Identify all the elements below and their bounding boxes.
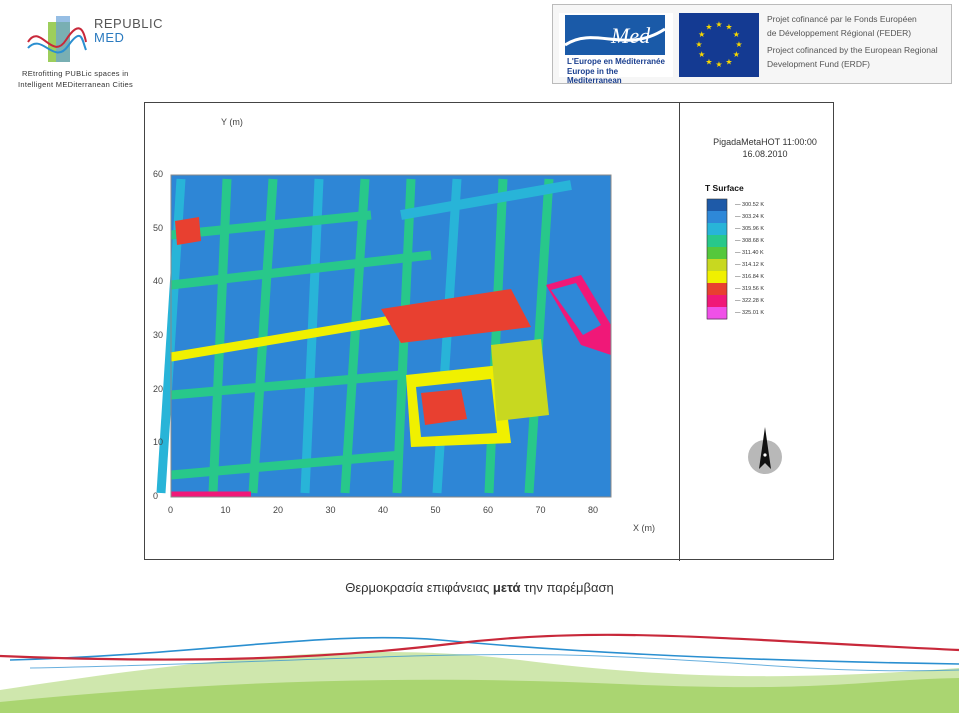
med-word: Med: [610, 23, 651, 48]
y-axis-label: Y (m): [221, 117, 243, 127]
legend-title-line-2: 16.08.2010: [742, 149, 788, 159]
banner-text-4: Development Fund (ERDF): [767, 59, 870, 69]
med-line-1: L'Europe en Méditerranée: [567, 57, 665, 66]
legend-swatch: [707, 283, 727, 296]
y-tick-label: 10: [153, 437, 164, 448]
surface-temperature-map: [156, 174, 728, 498]
med-logo-icon: Med: [565, 15, 665, 55]
banner-text-2: de Développement Régional (FEDER): [767, 28, 912, 38]
eu-funding-banner: Med L'Europe en Méditerranée Europe in t…: [552, 4, 952, 85]
legend-value: — 303.24 K: [735, 214, 765, 220]
banner-text-3: Project cofinanced by the European Regio…: [767, 45, 938, 55]
eu-star-icon: ★: [733, 50, 740, 59]
brand-line-1: REPUBLIC: [94, 16, 164, 31]
figure-divider: [679, 103, 680, 561]
eu-stars-icon: ★★★★★★★★★ ★ ★★: [695, 20, 742, 69]
y-tick-label: 40: [153, 276, 164, 287]
legend-title-line-1: PigadaMetaHOT 11:00:00: [713, 137, 817, 147]
x-tick-label: 80: [588, 505, 599, 515]
hot-zone: [421, 389, 467, 425]
x-tick-label: 50: [430, 505, 441, 515]
hot-zone: [175, 217, 201, 245]
legend-heading: T Surface: [705, 183, 744, 193]
eu-star-icon: ★: [695, 40, 702, 49]
brand-line-2: MED: [94, 30, 125, 45]
legend-swatch: [707, 211, 727, 224]
x-tick-label: 60: [483, 505, 494, 515]
x-tick-label: 30: [325, 505, 336, 515]
eu-star-icon: ★: [733, 30, 740, 39]
y-tick-label: 60: [153, 169, 164, 179]
legend-value: — 322.28 K: [735, 298, 765, 304]
eu-star-icon: ★: [715, 60, 722, 69]
legend-value: — 305.96 K: [735, 226, 765, 232]
legend-swatch: [707, 295, 727, 308]
legend-value: — 314.12 K: [735, 262, 765, 268]
med-line-2: Europe in the Mediterranean: [567, 67, 622, 85]
x-tick-label: 20: [273, 505, 284, 515]
tagline-line-1: REtrofitting PUBLic spaces in: [22, 69, 129, 78]
eu-star-icon: ★: [725, 57, 732, 66]
y-tick-label: 30: [153, 330, 164, 340]
eu-star-icon: ★: [725, 23, 732, 32]
legend-swatch: [707, 223, 727, 236]
legend-value: — 316.84 K: [735, 274, 765, 280]
y-tick-label: 20: [153, 383, 164, 394]
eu-star-icon: ★: [705, 57, 712, 66]
eu-star-icon: ★: [698, 30, 705, 39]
caption-suffix: την παρέμβαση: [520, 580, 614, 595]
x-tick-label: 40: [378, 505, 389, 515]
warm-zone: [491, 339, 549, 421]
caption-prefix: Θερμοκρασία επιφάνειας: [345, 580, 493, 595]
decorative-waves: [0, 633, 959, 713]
north-arrow-icon: [748, 427, 782, 474]
legend-value: — 311.40 K: [735, 250, 764, 256]
eu-star-icon: ★: [698, 50, 705, 59]
eu-flag: ★ ★ ★ ★ ★ ★ ★ ★ ★ ★ ★ ★: [679, 13, 759, 77]
republic-med-logo: REPUBLIC MED REtrofitting PUBLic spaces …: [14, 8, 163, 92]
temperature-figure: Y (m) X (m) PigadaMetaHOT 11:00:00 16.08…: [144, 102, 834, 561]
legend-value: — 319.56 K: [735, 286, 765, 292]
x-axis-label: X (m): [633, 523, 655, 533]
y-tick-label: 50: [153, 222, 164, 233]
x-tick-label: 70: [535, 505, 546, 515]
legend-swatch: [707, 235, 727, 248]
eu-star-icon: ★: [735, 40, 742, 49]
legend-value: — 308.68 K: [735, 238, 765, 244]
med-programme-logo: Med L'Europe en Méditerranée Europe in t…: [559, 13, 673, 85]
banner-text-1: Projet cofinancé par le Fonds Européen: [767, 14, 917, 24]
x-tick-label: 0: [168, 505, 174, 515]
eu-star-icon: ★: [705, 23, 712, 32]
y-tick-label: 0: [153, 491, 159, 501]
legend-value: — 300.52 K: [735, 202, 765, 208]
x-tick-label: 10: [220, 505, 231, 515]
caption-bold: μετά: [492, 580, 521, 595]
tagline-line-2: Intelligent MEDiterranean Cities: [18, 80, 134, 89]
republic-med-emblem-icon: [27, 16, 87, 62]
figure-caption: Θερμοκρασία επιφάνειας μετά την παρέμβασ…: [0, 580, 959, 595]
legend-swatch: [707, 259, 727, 272]
legend-swatch: [707, 199, 727, 212]
legend-swatch: [707, 271, 727, 284]
legend-swatch: [707, 307, 727, 320]
legend-value: — 325.01 K: [735, 310, 765, 316]
eu-star-icon: ★: [715, 20, 722, 29]
legend-swatch: [707, 247, 727, 260]
